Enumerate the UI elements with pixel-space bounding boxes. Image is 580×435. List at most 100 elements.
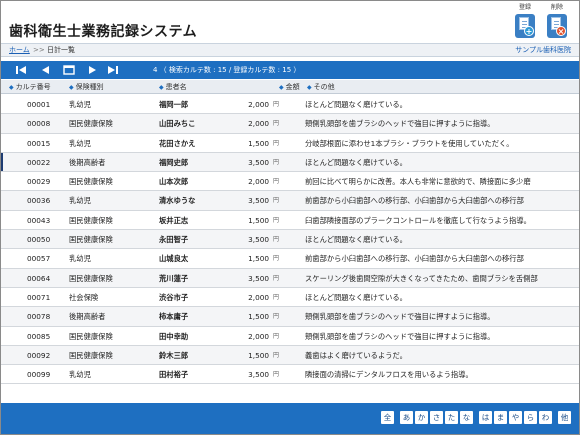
- column-header-other[interactable]: ◆ その他: [307, 80, 335, 95]
- note-cell: 隣接面の清掃にデンタルフロスを用いるよう指導。: [305, 370, 473, 380]
- currency-unit: 円: [273, 197, 280, 205]
- insurance-cell: 後期高齢者: [69, 157, 106, 167]
- amount-cell: 3,500: [248, 157, 269, 167]
- kana-filter-button[interactable]: か: [415, 411, 428, 424]
- amount-cell: 1,500: [248, 312, 269, 322]
- insurance-cell: 国民健康保険: [69, 177, 113, 187]
- kana-filter-button[interactable]: わ: [539, 411, 552, 424]
- kana-filter-button[interactable]: 他: [558, 411, 571, 424]
- table-row[interactable]: 00029 国民健康保険 山本次郎 2,000 円前回に比べて明らかに改善。本人も非常に…: [1, 172, 579, 192]
- table-row[interactable]: 00099 乳幼児 田村裕子 3,500 円隣接面の清掃にデンタルフロスを用いるよう指導…: [1, 365, 579, 385]
- amount-cell: 2,000: [248, 331, 269, 341]
- note-cell: 義歯はよく磨けているようだ。: [305, 350, 407, 360]
- delete-button[interactable]: 削除 ×: [541, 4, 573, 40]
- currency-unit: 円: [273, 178, 280, 186]
- karte-number-cell: 00022: [27, 157, 51, 167]
- amount-cell: 2,000: [248, 100, 269, 109]
- note-cell: 頬側乳頭部を歯ブラシのヘッドで強目に押すように指導。: [305, 312, 495, 322]
- table-row[interactable]: 00071 社会保険 渋谷市子 2,000 円ほとんど問題なく磨けている。: [1, 287, 579, 308]
- insurance-cell: 国民健康保険: [69, 215, 113, 225]
- column-header-karte-number[interactable]: ◆ カルテ番号: [9, 80, 51, 95]
- karte-number-cell: 00078: [27, 312, 51, 322]
- insurance-cell: 国民健康保険: [69, 350, 113, 360]
- register-button[interactable]: 登録 +: [509, 4, 541, 40]
- kana-filter-button[interactable]: さ: [430, 411, 443, 424]
- kana-filter-button[interactable]: 全: [381, 411, 394, 424]
- delete-record-icon: ×: [547, 14, 567, 38]
- currency-unit: 円: [273, 274, 280, 282]
- kana-filter-button[interactable]: あ: [400, 411, 413, 424]
- amount-cell: 3,500: [248, 235, 269, 245]
- table-row[interactable]: 00078 後期高齢者 柿本庸子 1,500 円頬側乳頭部を歯ブラシのヘッドで強目に押す…: [1, 307, 579, 327]
- last-page-icon[interactable]: [107, 64, 119, 76]
- karte-number-cell: 00001: [27, 100, 51, 109]
- records-table: 00001 乳幼児 福岡一郎 2,000 円ほとんど問題なく磨けている。 00008 国民健…: [1, 95, 579, 385]
- karte-number-cell: 00029: [27, 177, 51, 187]
- first-page-icon[interactable]: [15, 64, 27, 76]
- kana-filter-button[interactable]: や: [509, 411, 522, 424]
- note-cell: ほとんど問題なく磨けている。: [305, 235, 407, 245]
- note-cell: 前歯部から小臼歯部への移行部、小臼歯部から大臼歯部への移行部: [305, 196, 524, 206]
- note-cell: ほとんど問題なく磨けている。: [305, 292, 407, 302]
- app-title: 歯科衛生士業務記録システム: [9, 24, 198, 40]
- amount-cell: 3,500: [248, 196, 269, 206]
- prev-page-icon[interactable]: [39, 64, 51, 76]
- delete-label: 削除: [550, 4, 563, 11]
- karte-number-cell: 00050: [27, 235, 51, 245]
- footer-bar: 全あかさたなはまやらわ他: [1, 403, 579, 434]
- breadcrumb-home-link[interactable]: ホーム: [9, 44, 30, 56]
- insurance-cell: 国民健康保険: [69, 273, 113, 283]
- note-cell: 頬側乳頭部を歯ブラシのヘッドで強目に押すように指導。: [305, 331, 495, 341]
- app-window: 歯科衛生士業務記録システム 登録 + 削除 × ホーム >> 日計一覧 サンプル…: [0, 0, 580, 435]
- table-row[interactable]: 00085 国民健康保険 田中幸助 2,000 円頬側乳頭部を歯ブラシのヘッドで強目に押…: [1, 326, 579, 346]
- table-row[interactable]: 00001 乳幼児 福岡一郎 2,000 円ほとんど問題なく磨けている。: [1, 95, 579, 115]
- list-view-icon[interactable]: [63, 64, 75, 76]
- table-row[interactable]: 00043 国民健康保険 坂井正志 1,500 円臼歯部隣接面部のプラークコントロールを…: [1, 210, 579, 231]
- table-row[interactable]: 00064 国民健康保険 荒川蓮子 3,500 円スケーリング後歯間空隙が大きくなってき…: [1, 268, 579, 288]
- amount-cell: 2,000: [248, 119, 269, 129]
- kana-filter-button[interactable]: ま: [494, 411, 507, 424]
- table-row[interactable]: 00015 乳幼児 花田さかえ 1,500 円分岐部根面に添わせ1本ブラシ・ブラウトを使…: [1, 133, 579, 153]
- breadcrumb-separator: >>: [33, 46, 45, 54]
- breadcrumb-current: 日計一覧: [47, 46, 75, 54]
- register-label: 登録: [518, 4, 531, 11]
- column-header-amount[interactable]: ◆ 金額: [279, 80, 300, 95]
- sort-icon: ◆: [279, 84, 284, 91]
- karte-number-cell: 00043: [27, 215, 51, 225]
- kana-filter-button[interactable]: ら: [524, 411, 537, 424]
- next-page-icon[interactable]: [87, 64, 99, 76]
- insurance-cell: 社会保険: [69, 292, 99, 302]
- table-row[interactable]: 00057 乳幼児 山城良太 1,500 円前歯部から小臼歯部への移行部、小臼歯部から大…: [1, 249, 579, 269]
- table-row[interactable]: 00092 国民健康保険 鈴木三郎 1,500 円義歯はよく磨けているようだ。: [1, 345, 579, 366]
- amount-cell: 1,500: [248, 350, 269, 360]
- column-header-insurance[interactable]: ◆ 保険種別: [69, 80, 104, 95]
- currency-unit: 円: [273, 332, 280, 340]
- table-row[interactable]: 00050 国民健康保険 永田智子 3,500 円ほとんど問題なく磨けている。: [1, 230, 579, 250]
- kana-filter-button[interactable]: は: [479, 411, 492, 424]
- amount-cell: 2,000: [248, 292, 269, 302]
- insurance-cell: 乳幼児: [69, 254, 91, 264]
- currency-unit: 円: [273, 255, 280, 263]
- note-cell: 分岐部根面に添わせ1本ブラシ・ブラウトを使用していただく。: [305, 138, 514, 148]
- amount-cell: 1,500: [248, 138, 269, 148]
- table-row[interactable]: 00022 後期高齢者 福岡史郎 3,500 円ほとんど問題なく磨けている。: [1, 152, 579, 173]
- table-row[interactable]: 00036 乳幼児 清水ゆうな 3,500 円前歯部から小臼歯部への移行部、小臼歯部から…: [1, 191, 579, 211]
- insurance-cell: 乳幼児: [69, 370, 91, 380]
- amount-cell: 1,500: [248, 215, 269, 225]
- kana-filter-button[interactable]: た: [445, 411, 458, 424]
- sort-icon: ◆: [9, 84, 14, 91]
- karte-number-cell: 00071: [27, 292, 51, 302]
- currency-unit: 円: [273, 293, 280, 301]
- amount-cell: 3,500: [248, 273, 269, 283]
- column-header-patient[interactable]: ◆ 患者名: [159, 80, 187, 95]
- currency-unit: 円: [273, 216, 280, 224]
- table-row[interactable]: 00008 国民健康保険 山田みちこ 2,000 円頬側乳頭部を歯ブラシのヘッドで強目に…: [1, 114, 579, 134]
- note-cell: 臼歯部隣接面部のプラークコントロールを徹底して行なうよう指導。: [305, 215, 531, 225]
- insurance-cell: 乳幼児: [69, 196, 91, 206]
- currency-unit: 円: [273, 313, 280, 321]
- note-cell: ほとんど問題なく磨けている。: [305, 157, 407, 167]
- karte-number-cell: 00092: [27, 350, 51, 360]
- clinic-name-link[interactable]: サンプル歯科医院: [515, 44, 571, 56]
- kana-filter-button[interactable]: な: [460, 411, 473, 424]
- currency-unit: 円: [273, 236, 280, 244]
